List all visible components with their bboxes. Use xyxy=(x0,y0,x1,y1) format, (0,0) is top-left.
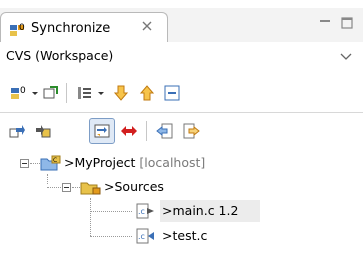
c-file-incoming-icon: .c xyxy=(134,227,156,245)
file-label: >test.c xyxy=(162,228,207,243)
view-menu-arrow-icon[interactable] xyxy=(340,51,352,61)
project-prefix: > xyxy=(64,155,75,170)
toolbar-separator xyxy=(66,83,67,103)
tab-label: Synchronize xyxy=(31,21,111,36)
svg-text:0: 0 xyxy=(20,86,26,96)
commit-all-icon[interactable] xyxy=(182,122,200,140)
cvs-project-icon: C xyxy=(40,154,62,172)
tree-row-folder[interactable]: >Sources xyxy=(0,176,363,198)
file-prefix: > xyxy=(162,228,173,243)
synchronize-tree: C >MyProject [localhost] >Sources .c >ma… xyxy=(0,150,363,264)
folder-prefix: > xyxy=(104,179,115,194)
maximize-icon[interactable] xyxy=(340,16,354,30)
tree-connector xyxy=(30,163,40,164)
tree-row-file[interactable]: .c >main.c 1.2 xyxy=(0,200,363,222)
file-label: >main.c 1.2 xyxy=(162,203,238,218)
folder-label: >Sources xyxy=(104,179,164,194)
collapse-all-icon[interactable] xyxy=(163,84,181,102)
view-tab-bar: 0 Synchronize xyxy=(0,8,363,43)
repository-label: [localhost] xyxy=(139,155,206,170)
outgoing-mode-icon[interactable] xyxy=(34,122,52,140)
view-title-bar: CVS (Workspace) xyxy=(0,42,363,70)
tree-row-project[interactable]: C >MyProject [localhost] xyxy=(0,152,363,174)
tree-connector xyxy=(47,187,61,188)
toolbar-separator xyxy=(146,121,147,141)
file-name: test.c xyxy=(172,228,208,243)
svg-text:C: C xyxy=(53,157,57,164)
update-all-icon[interactable] xyxy=(156,122,174,140)
mode-toolbar xyxy=(0,114,363,148)
main-toolbar: 0 xyxy=(0,74,363,113)
layout-dropdown-icon[interactable] xyxy=(76,84,94,102)
tree-connector xyxy=(90,236,132,237)
incoming-outgoing-mode-pressed[interactable] xyxy=(89,118,115,144)
synchronize-icon: 0 xyxy=(9,21,27,37)
synchronize-dropdown-icon[interactable]: 0 xyxy=(10,84,28,102)
file-name: main.c xyxy=(172,203,215,218)
collapse-toggle-icon[interactable] xyxy=(20,159,29,168)
synchronize-view: 0 Synchronize CVS (Workspace) 0 C >MyPro… xyxy=(0,8,363,264)
conflicts-mode-icon[interactable] xyxy=(120,122,138,140)
tree-row-file[interactable]: .c >test.c xyxy=(0,225,363,247)
c-file-outgoing-icon: .c xyxy=(134,202,156,220)
previous-difference-icon[interactable] xyxy=(138,84,156,102)
file-prefix: > xyxy=(162,203,173,218)
incoming-mode-icon[interactable] xyxy=(8,122,26,140)
collapse-toggle-icon[interactable] xyxy=(62,183,71,192)
project-name: MyProject xyxy=(74,155,136,170)
folder-name: Sources xyxy=(114,179,164,194)
incoming-outgoing-mode-icon xyxy=(93,122,111,140)
close-x-icon[interactable] xyxy=(140,19,154,33)
tree-connector xyxy=(90,211,132,212)
minimize-icon[interactable] xyxy=(318,16,332,30)
pin-icon[interactable] xyxy=(42,84,60,102)
svg-text:0: 0 xyxy=(19,23,25,33)
svg-text:.c: .c xyxy=(138,232,145,241)
svg-text:.c: .c xyxy=(138,207,145,216)
file-revision: 1.2 xyxy=(218,203,239,218)
participant-title: CVS (Workspace) xyxy=(6,48,114,63)
folder-icon xyxy=(80,178,102,196)
tab-synchronize[interactable]: 0 Synchronize xyxy=(0,12,168,42)
next-difference-icon[interactable] xyxy=(112,84,130,102)
project-label: >MyProject [localhost] xyxy=(64,155,205,170)
